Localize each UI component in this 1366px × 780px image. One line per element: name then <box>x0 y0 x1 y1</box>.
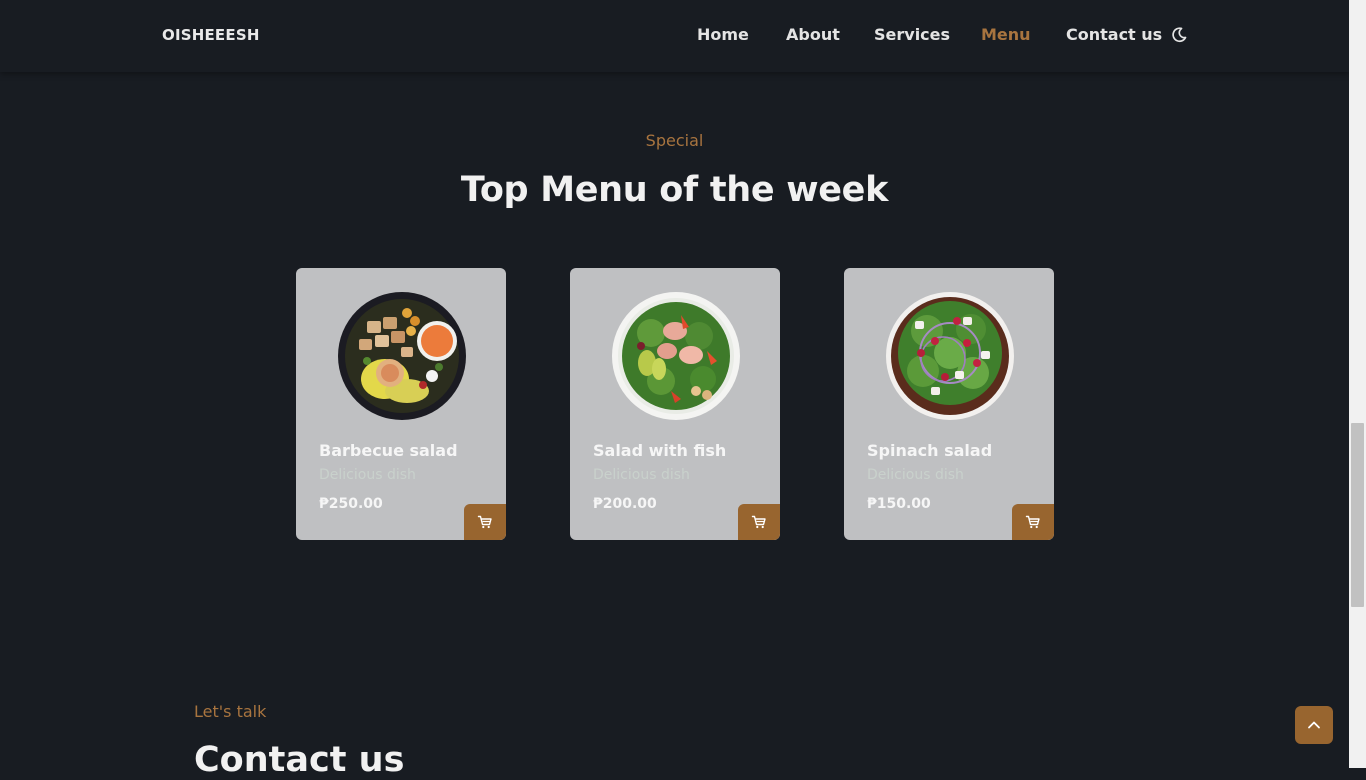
scrollbar[interactable] <box>1349 0 1366 768</box>
moon-icon[interactable] <box>1171 27 1187 43</box>
menu-card: Salad with fish Delicious dish ₱200.00 <box>570 268 780 540</box>
menu-card: Spinach salad Delicious dish ₱150.00 <box>844 268 1054 540</box>
menu-card: Barbecue salad Delicious dish ₱250.00 <box>296 268 506 540</box>
item-name: Spinach salad <box>867 441 993 460</box>
item-price: ₱200.00 <box>593 496 657 512</box>
section-subtitle: Special <box>645 131 704 150</box>
add-to-cart-button[interactable] <box>1012 504 1054 540</box>
add-to-cart-button[interactable] <box>738 504 780 540</box>
nav-about[interactable]: About <box>786 25 840 44</box>
header: OISHEEESH Home About Services Menu Conta… <box>0 0 1349 72</box>
spinach-salad-image <box>886 292 1014 420</box>
cart-icon <box>1025 515 1040 529</box>
add-to-cart-button[interactable] <box>464 504 506 540</box>
nav-menu-active[interactable]: Menu <box>981 25 1031 44</box>
scroll-up-button[interactable] <box>1295 706 1333 744</box>
item-name: Barbecue salad <box>319 441 458 460</box>
fish-salad-image <box>612 292 740 420</box>
item-price: ₱150.00 <box>867 496 931 512</box>
item-description: Delicious dish <box>867 467 964 483</box>
contact-subtitle: Let's talk <box>194 702 267 721</box>
section-title: Top Menu of the week <box>460 170 889 210</box>
item-price: ₱250.00 <box>319 496 383 512</box>
item-description: Delicious dish <box>593 467 690 483</box>
chevron-up-icon <box>1308 721 1320 729</box>
scrollbar-thumb[interactable] <box>1351 423 1364 607</box>
item-name: Salad with fish <box>593 441 727 460</box>
nav-home[interactable]: Home <box>697 25 749 44</box>
item-description: Delicious dish <box>319 467 416 483</box>
nav-services[interactable]: Services <box>874 25 950 44</box>
cart-icon <box>751 515 766 529</box>
contact-title: Contact us <box>194 740 405 780</box>
barbecue-salad-image <box>338 292 466 420</box>
logo[interactable]: OISHEEESH <box>162 26 260 44</box>
nav-contact[interactable]: Contact us <box>1066 25 1162 44</box>
cart-icon <box>477 515 492 529</box>
